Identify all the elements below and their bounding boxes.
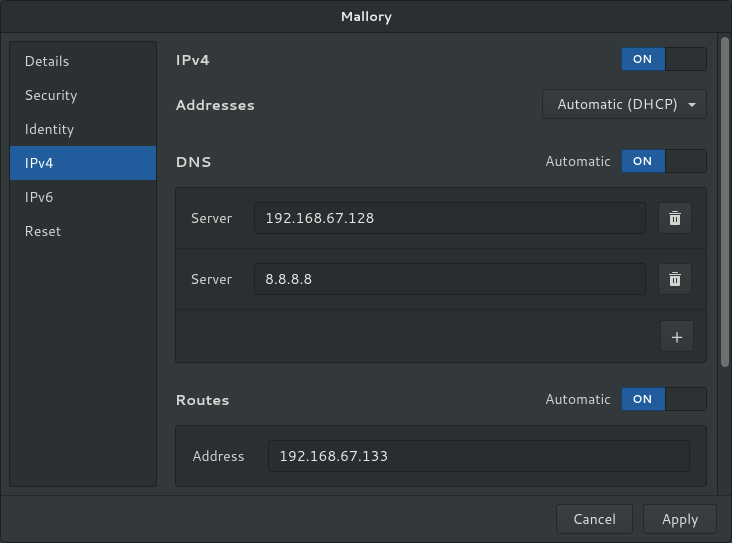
route-address-row: Address: [176, 426, 706, 486]
delete-dns-server-button[interactable]: [658, 263, 692, 295]
sidebar-item-reset[interactable]: Reset: [10, 214, 156, 248]
addresses-mode-dropdown[interactable]: Automatic (DHCP): [542, 89, 707, 119]
routes-automatic-toggle[interactable]: ON: [621, 387, 707, 411]
dns-automatic-group: Automatic ON: [545, 149, 707, 173]
dns-server-row: Server: [176, 188, 706, 249]
chevron-down-icon: [688, 103, 696, 107]
addresses-row: Addresses Automatic (DHCP): [175, 89, 707, 119]
delete-dns-server-button[interactable]: [658, 202, 692, 234]
routes-automatic-group: Automatic ON: [545, 387, 707, 411]
apply-button-label: Apply: [662, 509, 699, 529]
dns-server-input[interactable]: [254, 202, 646, 234]
plus-icon: +: [671, 329, 683, 344]
main: IPv4 ON Addresses Automatic (DHCP) DNS: [157, 33, 731, 495]
dns-add-row: +: [176, 310, 706, 362]
trash-icon: [668, 271, 682, 287]
window-title: Mallory: [340, 8, 392, 26]
addresses-mode-value: Automatic (DHCP): [557, 94, 678, 114]
dns-automatic-toggle[interactable]: ON: [621, 149, 707, 173]
scrollbar-thumb[interactable]: [721, 37, 729, 367]
ipv4-title: IPv4: [175, 49, 211, 70]
dns-automatic-label: Automatic: [545, 151, 611, 171]
dns-servers-frame: Server Server: [175, 187, 707, 363]
scrollbar-track[interactable]: [717, 33, 731, 495]
route-address-label: Address: [192, 446, 256, 466]
routes-title: Routes: [175, 389, 230, 410]
ipv4-pane: IPv4 ON Addresses Automatic (DHCP) DNS: [157, 33, 717, 495]
addresses-label: Addresses: [175, 94, 255, 115]
server-label: Server: [190, 208, 242, 228]
body: Details Security Identity IPv4 IPv6 Rese…: [1, 33, 731, 495]
routes-automatic-label: Automatic: [545, 389, 611, 409]
network-settings-window: Mallory Details Security Identity IPv4 I…: [0, 0, 732, 543]
dns-header-row: DNS Automatic ON: [175, 149, 707, 173]
route-address-input[interactable]: [268, 440, 690, 472]
routes-header-row: Routes Automatic ON: [175, 387, 707, 411]
sidebar-item-label: Reset: [24, 221, 61, 241]
cancel-button[interactable]: Cancel: [556, 504, 634, 534]
sidebar-item-label: IPv6: [24, 187, 54, 207]
sidebar: Details Security Identity IPv4 IPv6 Rese…: [9, 41, 157, 487]
apply-button[interactable]: Apply: [643, 504, 717, 534]
sidebar-item-identity[interactable]: Identity: [10, 112, 156, 146]
titlebar: Mallory: [1, 1, 731, 33]
server-label: Server: [190, 269, 242, 289]
sidebar-item-ipv6[interactable]: IPv6: [10, 180, 156, 214]
sidebar-item-security[interactable]: Security: [10, 78, 156, 112]
sidebar-item-ipv4[interactable]: IPv4: [10, 146, 156, 180]
routes-frame: Address: [175, 425, 707, 487]
footer: Cancel Apply: [1, 495, 731, 542]
sidebar-item-label: IPv4: [24, 153, 54, 173]
toggle-on-label: ON: [621, 47, 665, 71]
sidebar-item-details[interactable]: Details: [10, 44, 156, 78]
toggle-off-side: [665, 47, 708, 71]
toggle-on-label: ON: [621, 149, 665, 173]
trash-icon: [668, 210, 682, 226]
dns-server-input[interactable]: [254, 263, 646, 295]
dns-server-row: Server: [176, 249, 706, 310]
ipv4-enable-row: IPv4 ON: [175, 47, 707, 71]
toggle-on-label: ON: [621, 387, 665, 411]
add-dns-server-button[interactable]: +: [660, 320, 694, 352]
sidebar-item-label: Identity: [24, 119, 74, 139]
toggle-off-side: [665, 387, 708, 411]
sidebar-item-label: Security: [24, 85, 77, 105]
dns-title: DNS: [175, 151, 211, 172]
sidebar-item-label: Details: [24, 51, 70, 71]
ipv4-enable-toggle[interactable]: ON: [621, 47, 707, 71]
cancel-button-label: Cancel: [573, 509, 617, 529]
toggle-off-side: [665, 149, 708, 173]
